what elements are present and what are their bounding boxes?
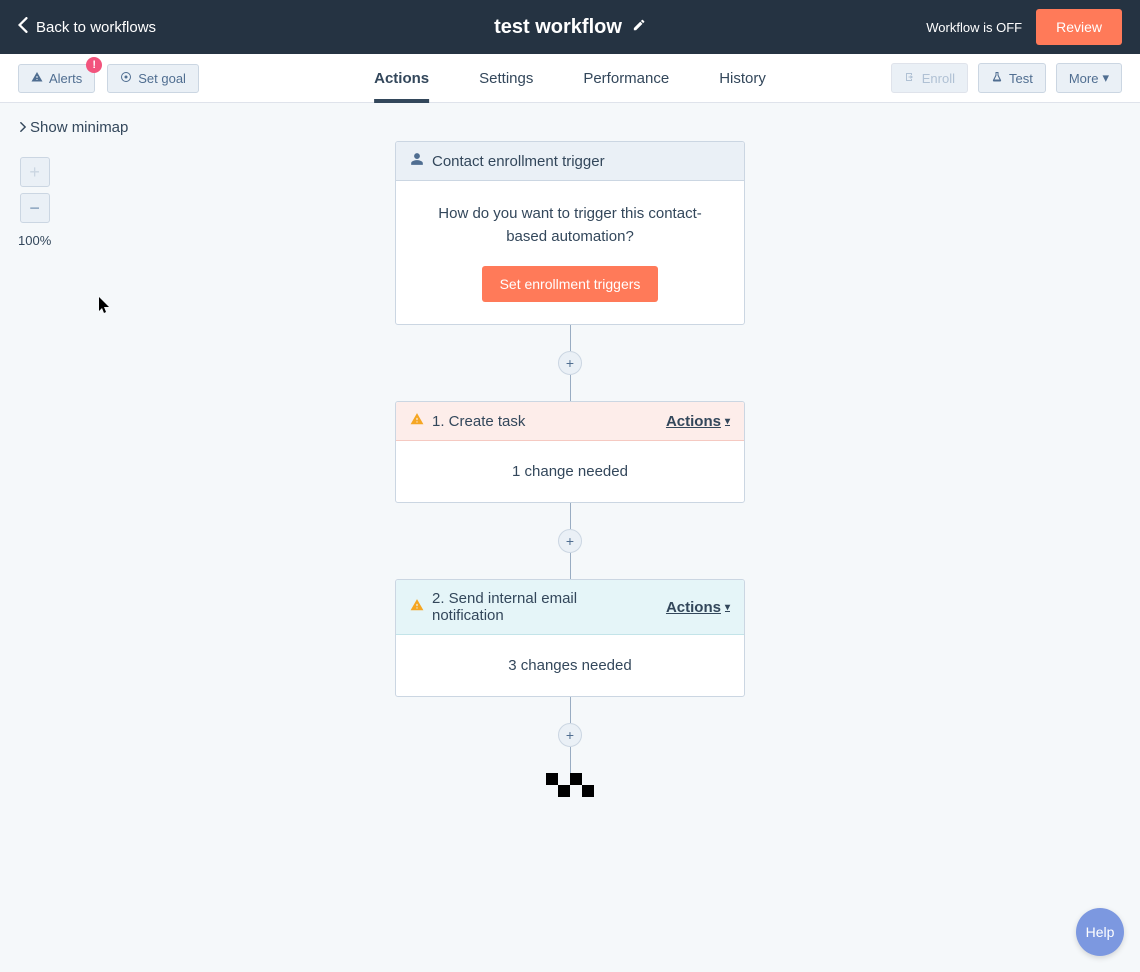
sub-left: Alerts ! Set goal [18,64,199,93]
add-step-button[interactable]: + [558,723,582,747]
minimap-label: Show minimap [30,119,128,136]
tab-actions[interactable]: Actions [374,54,429,102]
test-button[interactable]: Test [978,63,1046,93]
tab-settings[interactable]: Settings [479,54,533,102]
action-card-2-body: 3 changes needed [396,635,744,696]
enroll-button[interactable]: Enroll [891,63,968,93]
workflow-status: Workflow is OFF [926,20,1022,35]
more-label: More [1069,71,1099,86]
minimap-toggle[interactable]: Show minimap [18,119,128,136]
trigger-card-body: How do you want to trigger this contact-… [396,181,744,324]
alerts-badge: ! [86,57,102,73]
zoom-level: 100% [18,233,51,248]
action-card-1-actions-menu[interactable]: Actions ▾ [666,413,730,430]
connector-line [570,325,571,351]
zoom-out-button[interactable]: − [20,193,50,223]
enroll-label: Enroll [922,71,955,86]
actions-link-label: Actions [666,413,721,430]
action-card-2-header: 2. Send internal email notification Acti… [396,580,744,635]
trigger-card[interactable]: Contact enrollment trigger How do you wa… [395,141,745,325]
action-card-1-title: 1. Create task [432,413,525,430]
set-enrollment-triggers-button[interactable]: Set enrollment triggers [482,266,659,302]
workflow-end-icon [546,773,594,797]
trigger-card-title: Contact enrollment trigger [432,153,605,170]
add-step-button[interactable]: + [558,351,582,375]
trigger-question: How do you want to trigger this contact-… [420,203,720,248]
enroll-icon [904,71,916,86]
connector-line [570,553,571,579]
zoom-in-button[interactable]: + [20,157,50,187]
warning-icon [410,598,424,616]
back-to-workflows-link[interactable]: Back to workflows [18,17,156,37]
contact-icon [410,152,424,170]
test-label: Test [1009,71,1033,86]
alerts-button[interactable]: Alerts ! [18,64,95,93]
review-button[interactable]: Review [1036,9,1122,45]
connector-line [570,375,571,401]
chevron-right-icon [18,119,28,136]
connector-line [570,747,571,773]
action-card-2-title: 2. Send internal email notification [432,590,650,624]
action-card-2[interactable]: 2. Send internal email notification Acti… [395,579,745,697]
add-step-button[interactable]: + [558,529,582,553]
caret-down-icon: ▾ [725,602,730,613]
zoom-controls: + − 100% [18,157,51,248]
action-card-1-body: 1 change needed [396,441,744,502]
warning-icon [410,412,424,430]
canvas[interactable]: Show minimap + − 100% Contact enrollment… [0,103,1140,972]
trigger-card-header: Contact enrollment trigger [396,142,744,181]
set-goal-label: Set goal [138,71,186,86]
sub-header: Alerts ! Set goal Actions Settings Perfo… [0,54,1140,103]
help-button[interactable]: Help [1076,908,1124,956]
tab-history[interactable]: History [719,54,766,102]
tab-performance[interactable]: Performance [583,54,669,102]
target-icon [120,71,132,86]
set-goal-button[interactable]: Set goal [107,64,199,93]
flask-icon [991,71,1003,86]
action-card-1[interactable]: 1. Create task Actions ▾ 1 change needed [395,401,745,503]
app-header: Back to workflows test workflow Workflow… [0,0,1140,54]
warning-icon [31,71,43,86]
edit-title-icon[interactable] [632,18,646,37]
flow-column: Contact enrollment trigger How do you wa… [395,141,745,797]
sub-right: Enroll Test More ▾ [891,63,1122,93]
mouse-cursor-icon [98,297,112,315]
action-card-1-header: 1. Create task Actions ▾ [396,402,744,441]
workflow-title[interactable]: test workflow [494,16,622,39]
tabs: Actions Settings Performance History [374,54,766,102]
title-area: test workflow [494,16,646,39]
connector-line [570,697,571,723]
connector-line [570,503,571,529]
caret-down-icon: ▾ [1102,70,1109,86]
back-label: Back to workflows [36,19,156,36]
caret-down-icon: ▾ [725,416,730,427]
alerts-label: Alerts [49,71,82,86]
actions-link-label: Actions [666,599,721,616]
chevron-left-icon [18,17,28,37]
header-right: Workflow is OFF Review [926,9,1122,45]
more-button[interactable]: More ▾ [1056,63,1122,93]
action-card-2-actions-menu[interactable]: Actions ▾ [666,599,730,616]
